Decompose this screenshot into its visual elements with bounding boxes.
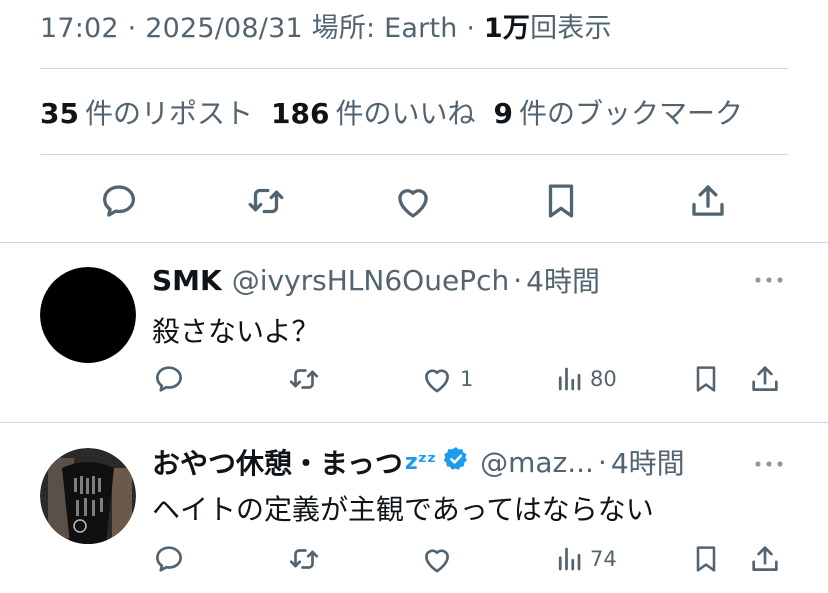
share-button[interactable] [686,180,730,222]
divider [40,154,788,155]
bookmark-button[interactable] [690,362,722,396]
post-stats: 35 件のリポスト 186 件のいいね 9 件のブックマーク [40,92,743,132]
reply-text: ヘイトの定義が主観であってはならない [152,493,654,526]
bookmark-button[interactable] [540,180,582,222]
user-handle[interactable]: @maz... [480,446,594,479]
display-name[interactable]: SMK [152,264,222,297]
views-count: 74 [590,547,617,571]
share-icon [752,546,778,571]
reply-icon [156,546,182,572]
post-views-label: 回表示 [530,13,612,44]
more-icon [755,277,783,283]
bookmark-icon [696,366,716,392]
reply-header: おやつ休憩・まっつ zᶻᶻ @maz... · 4時間 [152,442,685,482]
reply-header: SMK @ivyrsHLN6OuePch · 4時間 [152,260,600,300]
repost-button[interactable] [286,542,322,576]
user-handle[interactable]: @ivyrsHLN6OuePch [232,264,509,297]
reply-time[interactable]: 4時間 [611,442,685,482]
reply-time[interactable]: 4時間 [526,260,600,300]
bookmark-button[interactable] [690,542,722,576]
bookmarks-count: 9 [493,97,513,130]
post-time: 17:02 [40,13,119,44]
likes-count: 186 [270,97,330,130]
reply-button[interactable] [98,180,140,222]
repost-button[interactable] [286,362,322,396]
views-count: 80 [590,367,617,391]
more-icon [755,461,783,467]
like-icon [425,549,449,573]
post-date: 2025/08/31 [145,13,303,44]
likes-label: 件のいいね [335,97,476,130]
share-icon [752,366,778,391]
more-button[interactable] [752,272,786,291]
views-icon [558,367,581,391]
more-button[interactable] [752,456,786,475]
like-button[interactable]: 1 [420,362,473,396]
display-name[interactable]: おやつ休憩・まっつ [152,442,403,482]
post-location: 場所: Earth [311,13,458,44]
header-separator: · [597,445,607,479]
bookmarks-label: 件のブックマーク [518,97,743,130]
reply-icon [156,366,182,392]
reply-tweet[interactable]: おやつ休憩・まっつ zᶻᶻ @maz... · 4時間 ヘイトの定義が主観であっ… [0,422,828,593]
reply-button[interactable] [152,362,186,396]
views-button[interactable]: 80 [554,362,617,396]
post-meta: 17:02 · 2025/08/31 場所: Earth · 1万回表示 [40,6,612,45]
bookmarks-stat[interactable]: 9 件のブックマーク [493,92,743,132]
verified-badge-icon [442,445,470,480]
reply-button[interactable] [152,542,186,576]
name-emoji: zᶻᶻ [404,449,437,475]
bookmark-icon [548,184,574,218]
reposts-count: 35 [40,97,79,130]
header-separator: · [513,263,523,297]
avatar-image [40,267,136,363]
share-button[interactable] [748,542,782,576]
like-button[interactable] [420,542,454,576]
repost-icon [289,369,319,389]
reply-text: 殺さないよ？ [152,315,320,348]
repost-icon [289,549,319,569]
reposts-stat[interactable]: 35 件のリポスト [40,92,253,132]
like-button[interactable] [392,180,434,222]
repost-button[interactable] [244,180,288,222]
divider [40,68,788,69]
avatar[interactable] [40,267,136,363]
reposts-label: 件のリポスト [84,97,253,130]
meta-separator: · [127,13,137,44]
post-action-bar [40,178,788,224]
like-icon [425,369,449,393]
share-icon [692,185,724,216]
share-button[interactable] [748,362,782,396]
like-icon [398,189,428,218]
like-count: 1 [460,367,474,391]
avatar[interactable] [40,448,136,544]
bookmark-icon [696,546,716,572]
views-icon [558,547,581,571]
reply-icon [102,185,136,217]
views-button[interactable]: 74 [554,542,617,576]
meta-separator: · [466,13,476,44]
likes-stat[interactable]: 186 件のいいね [271,92,475,132]
post-views-count: 1万 [483,13,531,44]
reply-tweet[interactable]: SMK @ivyrsHLN6OuePch · 4時間 殺さないよ？ 1 80 [0,242,828,422]
repost-icon [248,188,284,214]
